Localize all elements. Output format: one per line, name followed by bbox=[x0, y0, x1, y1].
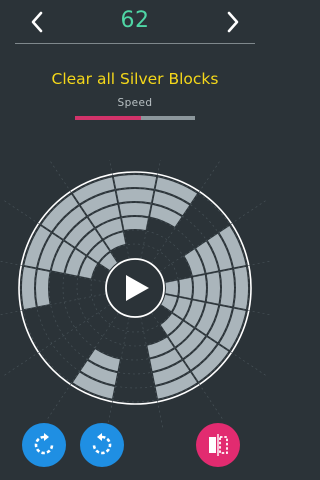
rotate-left-button[interactable] bbox=[22, 423, 66, 467]
silver-block bbox=[122, 217, 148, 230]
speed-label: Speed bbox=[117, 97, 153, 109]
play-button[interactable] bbox=[105, 258, 165, 318]
speed-bar bbox=[75, 116, 195, 120]
silver-block bbox=[113, 175, 157, 189]
board-spoke bbox=[0, 293, 106, 316]
mirror-button[interactable] bbox=[196, 423, 240, 467]
top-bar: 62 bbox=[0, 0, 270, 44]
level-objective: Clear all Silver Blocks bbox=[51, 70, 219, 88]
mirror-icon bbox=[209, 434, 228, 456]
silver-block bbox=[220, 269, 234, 307]
rotate-right-button[interactable] bbox=[80, 423, 124, 467]
silver-block bbox=[161, 294, 177, 312]
chevron-right-icon bbox=[227, 11, 239, 33]
silver-block bbox=[35, 269, 50, 307]
silver-block bbox=[193, 275, 207, 301]
circular-board[interactable] bbox=[0, 160, 270, 430]
silver-block bbox=[206, 272, 220, 304]
rotate-right-icon bbox=[92, 433, 112, 455]
silver-block bbox=[116, 189, 154, 203]
silver-block bbox=[21, 266, 36, 310]
silver-block bbox=[119, 203, 151, 217]
header-divider bbox=[15, 43, 255, 44]
speed-bar-fill bbox=[75, 116, 141, 120]
rotate-left-icon bbox=[34, 433, 54, 455]
silver-block bbox=[234, 266, 248, 310]
silver-block bbox=[179, 277, 192, 299]
next-level-button[interactable] bbox=[218, 6, 248, 38]
silver-block bbox=[165, 280, 178, 296]
